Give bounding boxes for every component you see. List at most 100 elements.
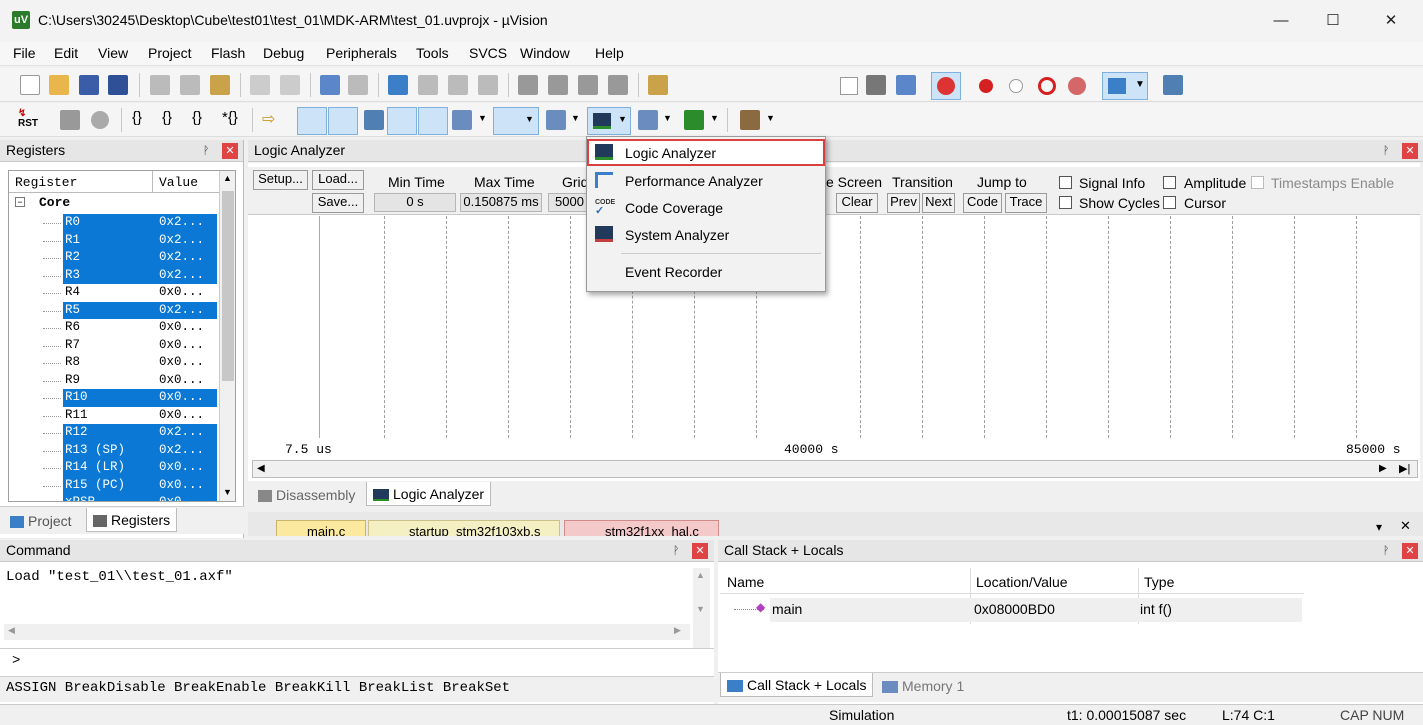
menu-item-event-recorder[interactable]: Event Recorder (587, 258, 825, 285)
bookmark-icon[interactable] (388, 75, 408, 95)
command-vscrollbar[interactable]: ▲ ▼ (693, 568, 710, 648)
close-icon[interactable]: ✕ (222, 143, 238, 159)
comment-icon[interactable] (578, 75, 598, 95)
file-tab-main[interactable]: main.c (276, 520, 366, 536)
jump-trace-button[interactable]: Trace (1005, 193, 1047, 213)
menu-item-performance-analyzer[interactable]: Performance Analyzer (587, 167, 825, 194)
tab-memory[interactable]: Memory 1 (876, 674, 970, 698)
new-file-icon[interactable] (20, 75, 40, 95)
pin-icon[interactable]: ᚹ (199, 144, 213, 158)
register-value[interactable]: 0x0... (159, 320, 204, 334)
save-all-icon[interactable] (108, 75, 128, 95)
column-type[interactable]: Type (1144, 574, 1174, 590)
clear-button[interactable]: Clear (836, 193, 878, 213)
chevron-down-icon[interactable]: ▼ (571, 113, 580, 123)
close-window-button[interactable]: ✕ (1368, 8, 1414, 34)
signal-info-checkbox[interactable] (1059, 176, 1072, 189)
enable-breakpoint-icon[interactable] (1009, 79, 1023, 93)
register-value[interactable]: 0x0... (159, 460, 204, 474)
setup-button[interactable]: Setup... (253, 170, 308, 190)
unindent-icon[interactable] (548, 75, 568, 95)
close-icon[interactable]: ✕ (1402, 143, 1418, 159)
register-value[interactable]: 0x2... (159, 215, 204, 229)
file-tab-startup[interactable]: startup_stm32f103xb.s (368, 520, 560, 536)
next-bookmark-icon[interactable] (448, 75, 468, 95)
close-icon[interactable]: ✕ (1402, 543, 1418, 559)
scroll-end-icon[interactable]: ▶| (1399, 462, 1410, 475)
paste-icon[interactable] (210, 75, 230, 95)
jump-code-button[interactable]: Code (963, 193, 1002, 213)
step-icon[interactable]: {} (132, 109, 142, 126)
column-name[interactable]: Name (727, 574, 764, 590)
register-value[interactable]: 0x2... (159, 443, 204, 457)
minimize-button[interactable]: — (1258, 8, 1304, 34)
register-group-core[interactable]: Core (39, 195, 70, 210)
menu-file[interactable]: File (13, 45, 36, 61)
show-next-statement-icon[interactable]: ⇨ (262, 109, 275, 129)
call-stack-window-button[interactable] (418, 107, 448, 135)
find-icon[interactable] (866, 75, 886, 95)
run-icon[interactable] (60, 110, 80, 130)
window-menu-icon[interactable]: ▾ (1376, 520, 1382, 534)
register-row[interactable]: R6 0x0... (9, 319, 219, 337)
register-row[interactable]: R2 0x2... (9, 249, 219, 267)
register-row[interactable]: R10 0x0... (9, 389, 219, 407)
find-combo-dropdown[interactable] (840, 77, 858, 95)
clear-bookmarks-icon[interactable] (478, 75, 498, 95)
chevron-down-icon[interactable]: ▼ (478, 113, 487, 123)
window-close-icon[interactable]: ✕ (1400, 518, 1411, 534)
register-value[interactable]: 0x0... (159, 285, 204, 299)
trace-window-icon[interactable] (638, 110, 658, 130)
next-transition-button[interactable]: Next (922, 193, 955, 213)
save-button[interactable]: Save... (312, 193, 364, 213)
debug-session-button[interactable] (931, 72, 961, 100)
disable-all-breakpoints-icon[interactable] (1038, 77, 1056, 95)
register-value[interactable]: 0x0... (159, 478, 204, 492)
column-value[interactable]: Value (159, 175, 198, 190)
indent-icon[interactable] (518, 75, 538, 95)
pin-icon[interactable]: ᚹ (669, 544, 683, 558)
command-window-button[interactable] (297, 107, 327, 135)
chevron-down-icon[interactable]: ▼ (663, 113, 672, 123)
register-row[interactable]: R14 (LR) 0x0... (9, 459, 219, 477)
register-value[interactable]: 0x2... (159, 250, 204, 264)
pin-icon[interactable]: ᚹ (1379, 544, 1393, 558)
command-hscrollbar[interactable]: ◀ ▶ (4, 624, 690, 640)
serial-window-icon[interactable] (546, 110, 566, 130)
prev-bookmark-icon[interactable] (418, 75, 438, 95)
file-tab-hal[interactable]: stm32f1xx_hal.c (564, 520, 719, 536)
registers-window-button[interactable] (387, 107, 417, 135)
column-location[interactable]: Location/Value (976, 574, 1068, 590)
menu-view[interactable]: View (98, 45, 128, 61)
navigate-back-icon[interactable] (320, 75, 340, 95)
menu-window[interactable]: Window (520, 45, 570, 61)
register-row[interactable]: R0 0x2... (9, 214, 219, 232)
scroll-down-icon[interactable]: ▼ (223, 487, 232, 497)
window-layout-dropdown[interactable]: ▼ (1102, 72, 1148, 100)
register-row[interactable]: xPSR 0x0... (9, 494, 219, 501)
menu-svcs[interactable]: SVCS (469, 45, 507, 61)
register-row[interactable]: R3 0x2... (9, 266, 219, 284)
register-row[interactable]: R9 0x0... (9, 372, 219, 390)
watch-window-icon[interactable] (452, 110, 472, 130)
register-value[interactable]: 0x0... (159, 408, 204, 422)
scroll-left-icon[interactable]: ◀ (8, 625, 15, 636)
menu-item-system-analyzer[interactable]: System Analyzer (587, 221, 825, 248)
registers-scrollbar[interactable]: ▲ ▼ (219, 171, 235, 501)
tab-disassembly[interactable]: Disassembly (252, 483, 361, 507)
copy-icon[interactable] (180, 75, 200, 95)
maximize-button[interactable]: ☐ (1310, 8, 1356, 34)
register-value[interactable]: 0x0... (159, 495, 204, 501)
column-register[interactable]: Register (15, 175, 77, 190)
register-value[interactable]: 0x0... (159, 390, 204, 404)
register-row[interactable]: R12 0x2... (9, 424, 219, 442)
incremental-find-icon[interactable] (896, 75, 916, 95)
register-value[interactable]: 0x2... (159, 425, 204, 439)
menu-tools[interactable]: Tools (416, 45, 449, 61)
menu-item-logic-analyzer[interactable]: Logic Analyzer (587, 139, 825, 166)
toolbox-icon[interactable] (740, 110, 760, 130)
register-value[interactable]: 0x0... (159, 355, 204, 369)
register-row[interactable]: R4 0x0... (9, 284, 219, 302)
open-folder-icon[interactable] (49, 75, 69, 95)
chevron-down-icon[interactable]: ▼ (710, 113, 719, 123)
